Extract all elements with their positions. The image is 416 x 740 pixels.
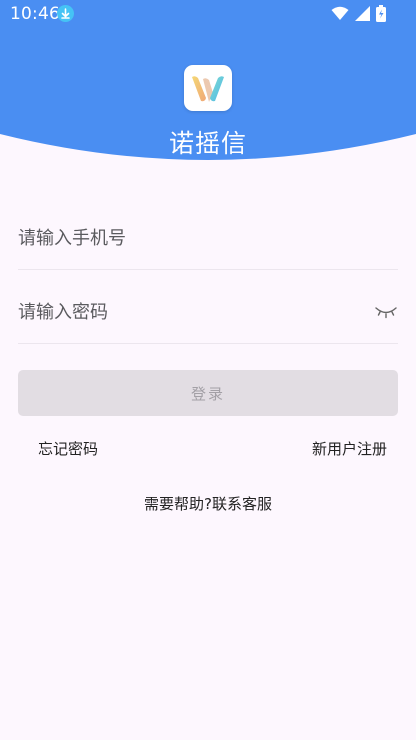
cell-signal-icon (355, 6, 370, 25)
app-header: 10:46 诺摇信 (0, 0, 416, 170)
forgot-password-link[interactable]: 忘记密码 (38, 438, 98, 459)
app-logo-w-icon (184, 65, 232, 111)
eye-closed-icon[interactable] (374, 304, 398, 320)
status-bar: 10:46 (0, 0, 416, 28)
password-field (18, 284, 398, 344)
download-icon (57, 5, 74, 22)
register-link[interactable]: 新用户注册 (312, 438, 387, 459)
wifi-icon (331, 6, 349, 25)
password-input[interactable] (18, 294, 358, 330)
phone-input[interactable] (18, 220, 358, 256)
phone-field (18, 210, 398, 270)
login-button[interactable]: 登录 (18, 370, 398, 416)
battery-charging-icon (376, 5, 386, 26)
app-name: 诺摇信 (168, 129, 247, 158)
status-time: 10:46 (10, 4, 60, 24)
help-contact-link[interactable]: 需要帮助?联系客服 (0, 493, 416, 514)
